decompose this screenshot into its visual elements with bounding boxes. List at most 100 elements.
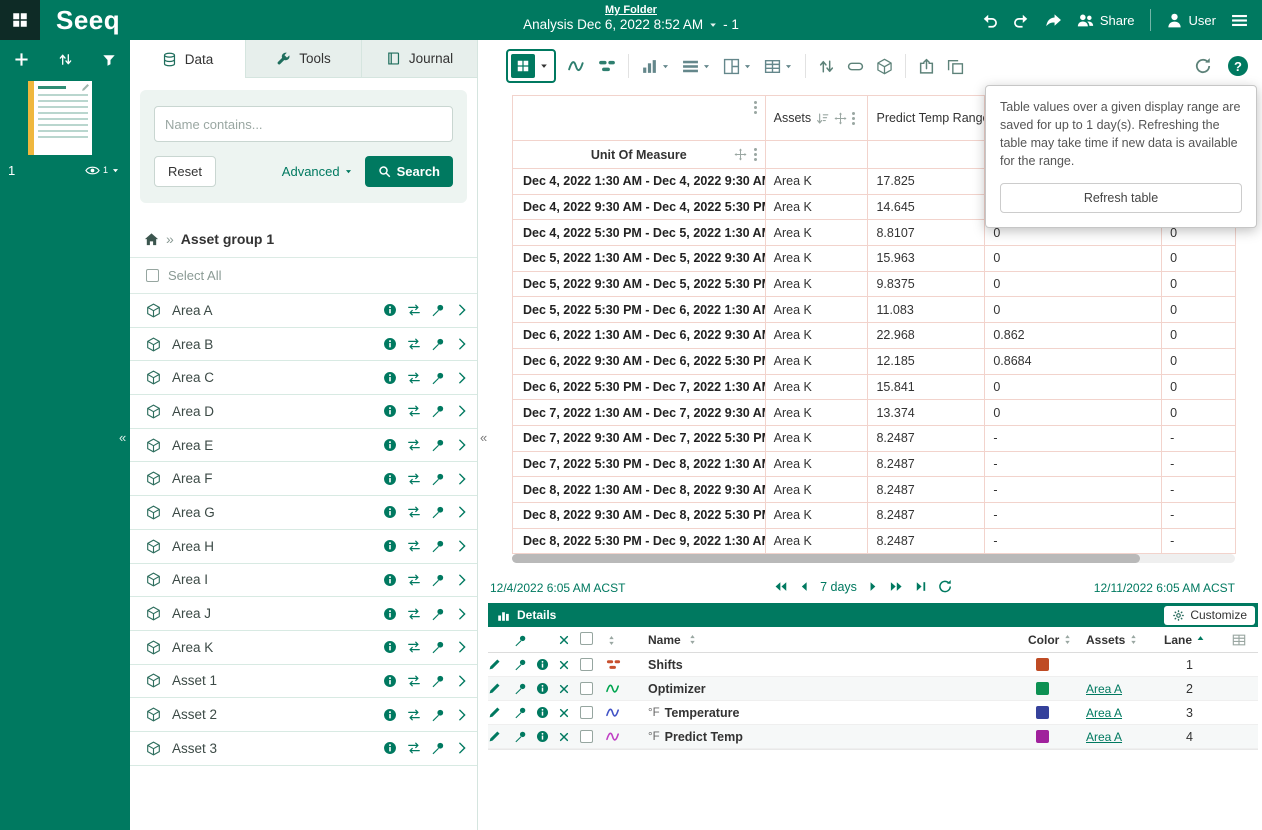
worksheet-title[interactable]: Analysis Dec 6, 2022 8:52 AM - 1 xyxy=(523,17,739,32)
predict-temp-column-header[interactable]: Predict Temp Range xyxy=(868,96,985,141)
step-back-double-icon[interactable] xyxy=(772,579,787,594)
details-row[interactable]: Shifts 1 xyxy=(488,653,1258,677)
sort-icon[interactable] xyxy=(1128,634,1139,645)
asset-list-item[interactable]: Area F xyxy=(130,462,477,496)
step-forward-icon[interactable] xyxy=(866,579,881,594)
capsule-table-row[interactable]: Dec 8, 2022 1:30 AM - Dec 8, 2022 9:30 A… xyxy=(513,477,1236,503)
collapse-panel-icon[interactable]: « xyxy=(480,430,487,445)
pin-icon[interactable] xyxy=(431,303,445,317)
pin-icon[interactable] xyxy=(431,674,445,688)
duration-label[interactable]: 7 days xyxy=(820,580,857,594)
step-forward-double-icon[interactable] xyxy=(890,579,905,594)
reorder-worksheets-icon[interactable] xyxy=(58,52,73,67)
color-swatch[interactable] xyxy=(1036,706,1049,719)
user-menu[interactable]: User xyxy=(1166,12,1216,29)
asset-list-item[interactable]: Area K xyxy=(130,631,477,665)
tab-journal[interactable]: Journal xyxy=(362,40,477,77)
capsule-icon[interactable] xyxy=(847,58,864,75)
asset-list-item[interactable]: Asset 3 xyxy=(130,732,477,766)
chevron-right-icon[interactable] xyxy=(455,303,469,317)
chevron-right-icon[interactable] xyxy=(455,607,469,621)
capsule-table-row[interactable]: Dec 5, 2022 5:30 PM - Dec 6, 2022 1:30 A… xyxy=(513,297,1236,323)
info-icon[interactable] xyxy=(383,472,397,486)
sort-icon[interactable] xyxy=(687,634,698,645)
refresh-icon[interactable] xyxy=(1194,57,1212,75)
swap-asset-icon[interactable] xyxy=(407,472,421,486)
redo-icon[interactable] xyxy=(1013,12,1030,29)
my-folder-link[interactable]: My Folder xyxy=(523,4,739,16)
swap-asset-icon[interactable] xyxy=(407,303,421,317)
pin-icon[interactable] xyxy=(431,539,445,553)
advanced-link[interactable]: Advanced xyxy=(282,164,353,179)
color-swatch[interactable] xyxy=(1036,658,1049,671)
chevron-right-icon[interactable] xyxy=(455,539,469,553)
chevron-right-icon[interactable] xyxy=(455,371,469,385)
undo-icon[interactable] xyxy=(981,12,998,29)
help-icon[interactable]: ? xyxy=(1228,56,1248,76)
remove-icon[interactable] xyxy=(558,707,570,719)
row-checkbox[interactable] xyxy=(580,730,593,743)
pin-icon[interactable] xyxy=(431,438,445,452)
select-all-row[interactable]: Select All xyxy=(130,257,477,294)
chevron-right-icon[interactable] xyxy=(455,337,469,351)
asset-link[interactable]: Area A xyxy=(1086,706,1122,720)
info-icon[interactable] xyxy=(383,438,397,452)
info-icon[interactable] xyxy=(383,404,397,418)
sort-icon[interactable] xyxy=(1062,634,1073,645)
info-icon[interactable] xyxy=(383,371,397,385)
asset-list-item[interactable]: Area G xyxy=(130,496,477,530)
details-row[interactable]: Optimizer Area A 2 xyxy=(488,677,1258,701)
unit-of-measure-header[interactable]: Unit Of Measure xyxy=(513,141,766,169)
edit-icon[interactable] xyxy=(488,730,501,743)
pin-icon[interactable] xyxy=(431,741,445,755)
breadcrumb-item[interactable]: Asset group 1 xyxy=(181,231,274,247)
info-icon[interactable] xyxy=(383,741,397,755)
chevron-right-icon[interactable] xyxy=(455,674,469,688)
treemap-button[interactable] xyxy=(723,58,752,75)
capsule-table-row[interactable]: Dec 8, 2022 9:30 AM - Dec 8, 2022 5:30 P… xyxy=(513,503,1236,529)
asset-link[interactable]: Area A xyxy=(1086,682,1122,696)
capsule-table-row[interactable]: Dec 8, 2022 5:30 PM - Dec 9, 2022 1:30 A… xyxy=(513,529,1236,555)
sort-asc-icon[interactable] xyxy=(1195,634,1206,645)
chevron-right-icon[interactable] xyxy=(455,573,469,587)
capsule-table-row[interactable]: Dec 6, 2022 5:30 PM - Dec 7, 2022 1:30 A… xyxy=(513,375,1236,401)
asset-link[interactable]: Area A xyxy=(1086,730,1122,744)
details-row[interactable]: °F Predict Temp Area A 4 xyxy=(488,725,1258,749)
capsule-table-row[interactable]: Dec 7, 2022 9:30 AM - Dec 7, 2022 5:30 P… xyxy=(513,426,1236,452)
asset-list-item[interactable]: Area A xyxy=(130,294,477,328)
info-icon[interactable] xyxy=(536,706,549,719)
pin-icon[interactable] xyxy=(514,658,527,671)
select-all-items-checkbox[interactable] xyxy=(580,632,593,645)
export-icon[interactable] xyxy=(918,58,935,75)
dimension-cube-icon[interactable] xyxy=(876,58,893,75)
swap-asset-icon[interactable] xyxy=(407,607,421,621)
horizontal-scrollbar[interactable] xyxy=(512,554,1235,563)
info-icon[interactable] xyxy=(383,539,397,553)
duplicate-icon[interactable] xyxy=(947,58,964,75)
display-range-start[interactable]: 12/4/2022 6:05 AM ACST xyxy=(490,581,625,595)
home-icon[interactable] xyxy=(144,232,159,247)
asset-list-item[interactable]: Area I xyxy=(130,564,477,598)
share-forward-icon[interactable] xyxy=(1045,12,1062,29)
pin-icon[interactable] xyxy=(514,706,527,719)
chevron-right-icon[interactable] xyxy=(455,438,469,452)
remove-icon[interactable] xyxy=(558,659,570,671)
name-column-header[interactable]: Name xyxy=(640,633,1028,647)
view-count-control[interactable]: 1 xyxy=(85,163,120,178)
worksheet-thumbnail[interactable] xyxy=(28,81,130,155)
auto-update-icon[interactable] xyxy=(938,579,953,594)
color-column-header[interactable]: Color xyxy=(1028,633,1086,647)
table-view-button[interactable] xyxy=(506,49,556,83)
capsule-table-row[interactable]: Dec 7, 2022 5:30 PM - Dec 8, 2022 1:30 A… xyxy=(513,452,1236,478)
reset-button[interactable]: Reset xyxy=(154,156,216,187)
lane-column-header[interactable]: Lane xyxy=(1164,633,1220,647)
sort-icon[interactable] xyxy=(606,635,617,646)
info-icon[interactable] xyxy=(383,573,397,587)
chevron-right-icon[interactable] xyxy=(455,708,469,722)
chevron-right-icon[interactable] xyxy=(455,404,469,418)
pin-icon[interactable] xyxy=(514,682,527,695)
color-swatch[interactable] xyxy=(1036,730,1049,743)
capsule-table-row[interactable]: Dec 7, 2022 1:30 AM - Dec 7, 2022 9:30 A… xyxy=(513,400,1236,426)
pin-icon[interactable] xyxy=(431,607,445,621)
column-menu-icon[interactable] xyxy=(852,112,855,125)
